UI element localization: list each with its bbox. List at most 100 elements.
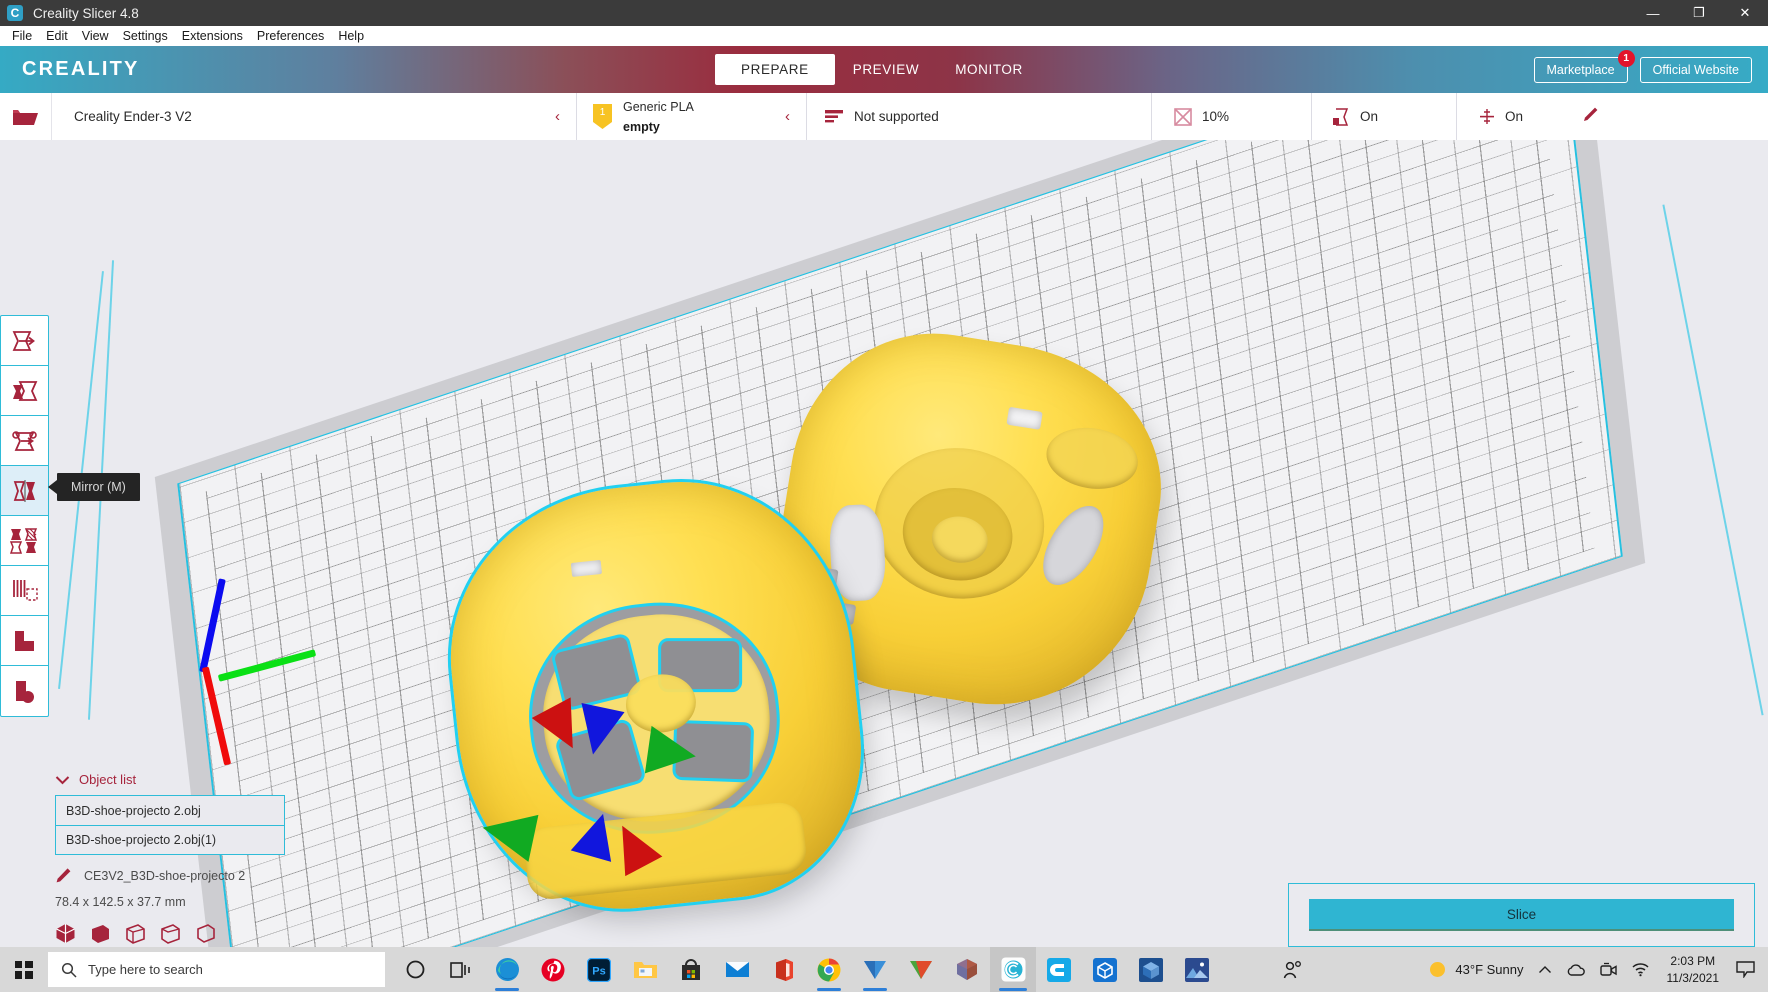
prusa-slicer-icon[interactable] [898, 947, 944, 992]
per-model-settings-tool[interactable] [1, 516, 48, 566]
3d-viewer-icon[interactable] [1128, 947, 1174, 992]
file-explorer-icon[interactable] [622, 947, 668, 992]
tab-monitor[interactable]: MONITOR [937, 54, 1041, 85]
gizmo-arrow-green-right[interactable] [644, 725, 700, 781]
pencil-icon [56, 868, 71, 883]
job-name-row[interactable]: CE3V2_B3D-shoe-projecto 2 [55, 867, 285, 884]
edit-settings-button[interactable] [1582, 106, 1599, 128]
infill-value: 10% [1202, 109, 1230, 124]
menu-file[interactable]: File [5, 28, 39, 44]
scale-tool[interactable] [1, 366, 48, 416]
creality-cloud-icon[interactable] [1036, 947, 1082, 992]
printer-selector[interactable]: Creality Ender-3 V2 ‹ [52, 93, 577, 140]
y-axis-indicator [217, 649, 317, 682]
print-profile-value: Not supported [854, 109, 939, 124]
creality-print-icon[interactable] [1082, 947, 1128, 992]
menu-extensions[interactable]: Extensions [175, 28, 250, 44]
open-file-button[interactable] [0, 93, 52, 140]
photos-icon[interactable] [1174, 947, 1220, 992]
marketplace-badge: 1 [1617, 49, 1635, 67]
wifi-tray-icon[interactable] [1624, 947, 1657, 992]
menu-settings[interactable]: Settings [116, 28, 175, 44]
pinterest-icon[interactable] [530, 947, 576, 992]
object-list-header[interactable]: Object list [55, 772, 285, 787]
title-bar: Creality Slicer 4.8 — ❐ ✕ [0, 0, 1768, 26]
onedrive-cloud-icon [1567, 963, 1585, 976]
object-list-items: B3D-shoe-projecto 2.obj B3D-shoe-project… [55, 795, 285, 855]
cortana-icon[interactable] [392, 947, 438, 992]
marketplace-button[interactable]: Marketplace 1 [1533, 49, 1635, 83]
mirror-gizmo[interactable] [477, 697, 760, 905]
view-mode-icons [55, 923, 285, 944]
gizmo-arrow-green-left[interactable] [477, 804, 539, 862]
task-view-icon[interactable] [438, 947, 484, 992]
adhesion-value: On [1505, 109, 1524, 124]
onedrive-tray-icon[interactable] [1559, 947, 1593, 992]
support-blocker-tool[interactable] [1, 566, 48, 616]
mail-icon[interactable] [714, 947, 760, 992]
slice-button[interactable]: Slice [1309, 899, 1734, 931]
system-tray: 43°F Sunny 2:03 PM 11/3/2021 [1421, 947, 1768, 992]
slice-panel: Slice [1288, 883, 1755, 947]
tab-prepare[interactable]: PREPARE [715, 54, 835, 85]
tab-preview[interactable]: PREVIEW [835, 54, 937, 85]
restore-button[interactable]: ❐ [1676, 0, 1722, 26]
svg-text:Ps: Ps [592, 965, 605, 977]
menu-preferences[interactable]: Preferences [250, 28, 331, 44]
menu-edit[interactable]: Edit [39, 28, 75, 44]
list-item[interactable]: B3D-shoe-projecto 2.obj [56, 796, 284, 825]
print-profile-selector[interactable]: Not supported [807, 93, 1152, 140]
weather-widget[interactable]: 43°F Sunny [1421, 947, 1530, 992]
meet-now-icon [1599, 962, 1617, 976]
support-eraser-tool[interactable] [1, 616, 48, 666]
move-icon [12, 330, 35, 351]
material-chevron-icon: ‹ [785, 108, 790, 125]
people-icon[interactable] [1270, 947, 1316, 992]
taskbar-icons: Ps [392, 947, 1316, 992]
move-tool[interactable] [1, 316, 48, 366]
layer-view-icon[interactable] [160, 923, 181, 944]
xray-view-icon[interactable] [90, 923, 111, 944]
outline-view-icon[interactable] [195, 923, 216, 944]
mirror-tool[interactable] [1, 466, 48, 516]
brand-bar: CREALITY PREPARE PREVIEW MONITOR Marketp… [0, 46, 1768, 93]
taskbar-search-box[interactable]: Type here to search [48, 952, 385, 987]
adhesion-setting[interactable]: On [1457, 93, 1617, 140]
tray-overflow-button[interactable] [1531, 947, 1559, 992]
marketplace-label: Marketplace [1546, 62, 1615, 77]
microsoft-store-icon[interactable] [668, 947, 714, 992]
infill-setting[interactable]: 10% [1152, 93, 1312, 140]
gizmo-arrow-blue-upper[interactable] [571, 702, 625, 760]
creality-logo-icon [7, 5, 23, 21]
minimize-button[interactable]: — [1630, 0, 1676, 26]
custom-support-tool[interactable] [1, 666, 48, 716]
list-item[interactable]: B3D-shoe-projecto 2.obj(1) [56, 825, 284, 854]
microsoft-office-icon[interactable] [760, 947, 806, 992]
creality-slicer-icon[interactable] [990, 947, 1036, 992]
windows-taskbar: Type here to search Ps 43°F Sunny 2:03 P… [0, 947, 1768, 992]
menu-view[interactable]: View [75, 28, 116, 44]
object-list-panel: Object list B3D-shoe-projecto 2.obj B3D-… [55, 772, 285, 944]
meshmixer-icon[interactable] [944, 947, 990, 992]
notification-icon [1736, 961, 1755, 978]
creality-wordmark: CREALITY [22, 58, 140, 80]
notification-center-button[interactable] [1729, 947, 1762, 992]
google-chrome-icon[interactable] [806, 947, 852, 992]
photoshop-icon[interactable]: Ps [576, 947, 622, 992]
sun-icon [1430, 962, 1446, 977]
microsoft-edge-icon[interactable] [484, 947, 530, 992]
close-button[interactable]: ✕ [1722, 0, 1768, 26]
chevron-down-icon [55, 775, 70, 784]
meet-now-tray-icon[interactable] [1593, 947, 1624, 992]
windows-start-button[interactable] [0, 947, 47, 992]
menu-help[interactable]: Help [331, 28, 371, 44]
cura-slicer-icon[interactable] [852, 947, 898, 992]
wireframe-view-icon[interactable] [125, 923, 146, 944]
solid-view-icon[interactable] [55, 923, 76, 944]
official-website-button[interactable]: Official Website [1639, 56, 1752, 83]
rotate-tool[interactable] [1, 416, 48, 466]
support-setting[interactable]: On [1312, 93, 1457, 140]
print-profile-icon [825, 109, 843, 122]
taskbar-clock[interactable]: 2:03 PM 11/3/2021 [1657, 953, 1730, 985]
material-selector[interactable]: 1 Generic PLA empty ‹ [577, 93, 807, 140]
